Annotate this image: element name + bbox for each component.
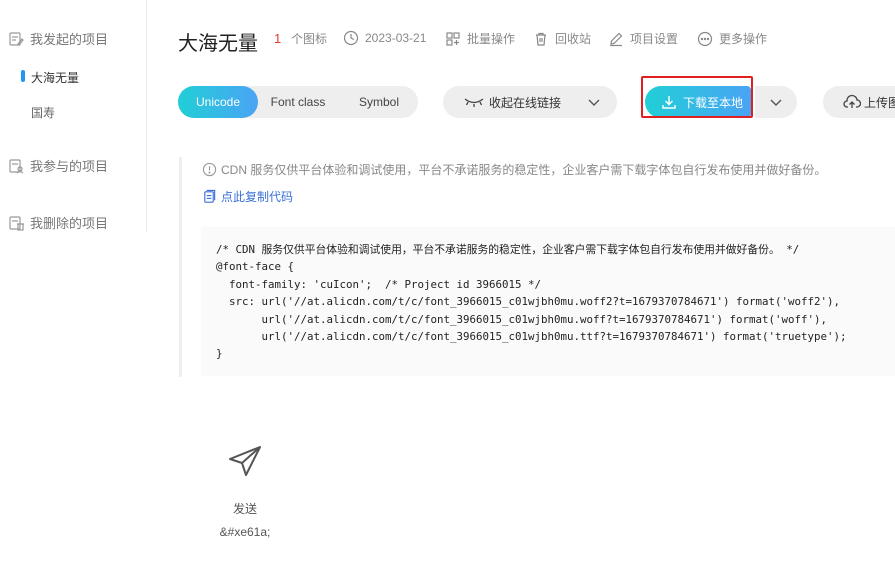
sidebar-item-dahai[interactable]: 大海无量: [31, 69, 79, 86]
trash-doc-icon: [9, 215, 24, 231]
sidebar-item-guoshou[interactable]: 国寿: [31, 104, 55, 121]
sidebar: 我发起的项目 大海无量 国寿 我参与的项目 我删除的项目: [0, 0, 147, 232]
code-line: url('//at.alicdn.com/t/c/font_3966015_c0…: [216, 312, 828, 326]
settings-label: 项目设置: [630, 32, 679, 46]
sidebar-section-initiated[interactable]: 我发起的项目: [8, 29, 108, 48]
project-title: 大海无量: [178, 31, 258, 55]
copy-icon: [204, 189, 216, 203]
code-line: /* CDN 服务仅供平台体验和调试使用，平台不承诺服务的稳定性，企业客户需下载…: [216, 243, 800, 256]
chevron-down-icon: [770, 99, 782, 106]
created-date: 2023-03-21: [343, 30, 426, 46]
clock-icon: [343, 30, 359, 46]
code-line: font-family: 'cuIcon'; /* Project id 396…: [216, 277, 542, 291]
tab-font-class[interactable]: Font class: [264, 86, 332, 118]
highlight-box: [641, 76, 753, 118]
trash-icon: [536, 32, 546, 46]
icon-code: &#xe61a;: [219, 525, 271, 539]
info-icon: [202, 162, 217, 177]
date-text: 2023-03-21: [365, 31, 427, 45]
icon-count: 1: [274, 31, 282, 46]
sidebar-section-label: 我参与的项目: [30, 159, 109, 174]
code-line: src: url('//at.alicdn.com/t/c/font_39660…: [216, 295, 841, 309]
cloud-upload-icon: [843, 94, 861, 108]
code-line: @font-face {: [216, 260, 295, 274]
upload-button[interactable]: 上传图: [823, 86, 895, 118]
sidebar-section-joined[interactable]: 我参与的项目: [8, 156, 108, 175]
send-icon: [229, 446, 261, 476]
icon-card[interactable]: 发送 &#xe61a;: [210, 438, 280, 539]
more-icon: [697, 31, 713, 46]
grid-icon: [446, 31, 460, 46]
code-block: /* CDN 服务仅供平台体验和调试使用，平台不承诺服务的稳定性，企业客户需下载…: [201, 227, 895, 376]
download-options-button[interactable]: [755, 86, 797, 118]
project-settings-button[interactable]: 项目设置: [608, 30, 678, 47]
code-line: url('//at.alicdn.com/t/c/font_3966015_c0…: [216, 330, 847, 344]
cdn-notice: CDN 服务仅供平台体验和调试使用，平台不承诺服务的稳定性，企业客户需下载字体包…: [202, 161, 826, 178]
tab-unicode[interactable]: Unicode: [178, 86, 258, 118]
icon-count-text: 个图标: [291, 32, 328, 46]
eye-closed-icon: [464, 98, 484, 107]
copy-code-link[interactable]: 点此复制代码: [202, 188, 293, 205]
icon-count-label: 个图标: [291, 30, 327, 47]
sidebar-section-deleted[interactable]: 我删除的项目: [8, 213, 108, 232]
icon-name: 发送: [232, 502, 257, 516]
tab-symbol[interactable]: Symbol: [348, 86, 410, 118]
sidebar-section-label: 我删除的项目: [30, 216, 109, 231]
cdn-notice-text: CDN 服务仅供平台体验和调试使用，平台不承诺服务的稳定性，企业客户需下载字体包…: [221, 163, 827, 177]
edit-doc-icon: [9, 31, 24, 46]
pencil-icon: [610, 32, 623, 46]
collapse-link-label: 收起在线链接: [489, 95, 562, 110]
batch-operation-button[interactable]: 批量操作: [445, 30, 515, 47]
code-line: }: [216, 347, 223, 361]
collapse-link-button[interactable]: 收起在线链接: [443, 86, 617, 118]
user-doc-icon: [9, 158, 24, 173]
active-indicator: [21, 70, 25, 82]
batch-label: 批量操作: [467, 32, 516, 46]
recycle-label: 回收站: [555, 32, 592, 46]
more-actions-button[interactable]: 更多操作: [697, 30, 767, 47]
upload-label: 上传图: [864, 95, 895, 110]
chevron-down-icon[interactable]: [587, 95, 601, 109]
format-tabs: Unicode Font class Symbol: [178, 86, 418, 118]
more-label: 更多操作: [719, 32, 768, 46]
sidebar-section-label: 我发起的项目: [30, 32, 109, 47]
copy-code-label: 点此复制代码: [221, 190, 294, 204]
recycle-bin-button[interactable]: 回收站: [533, 30, 591, 47]
